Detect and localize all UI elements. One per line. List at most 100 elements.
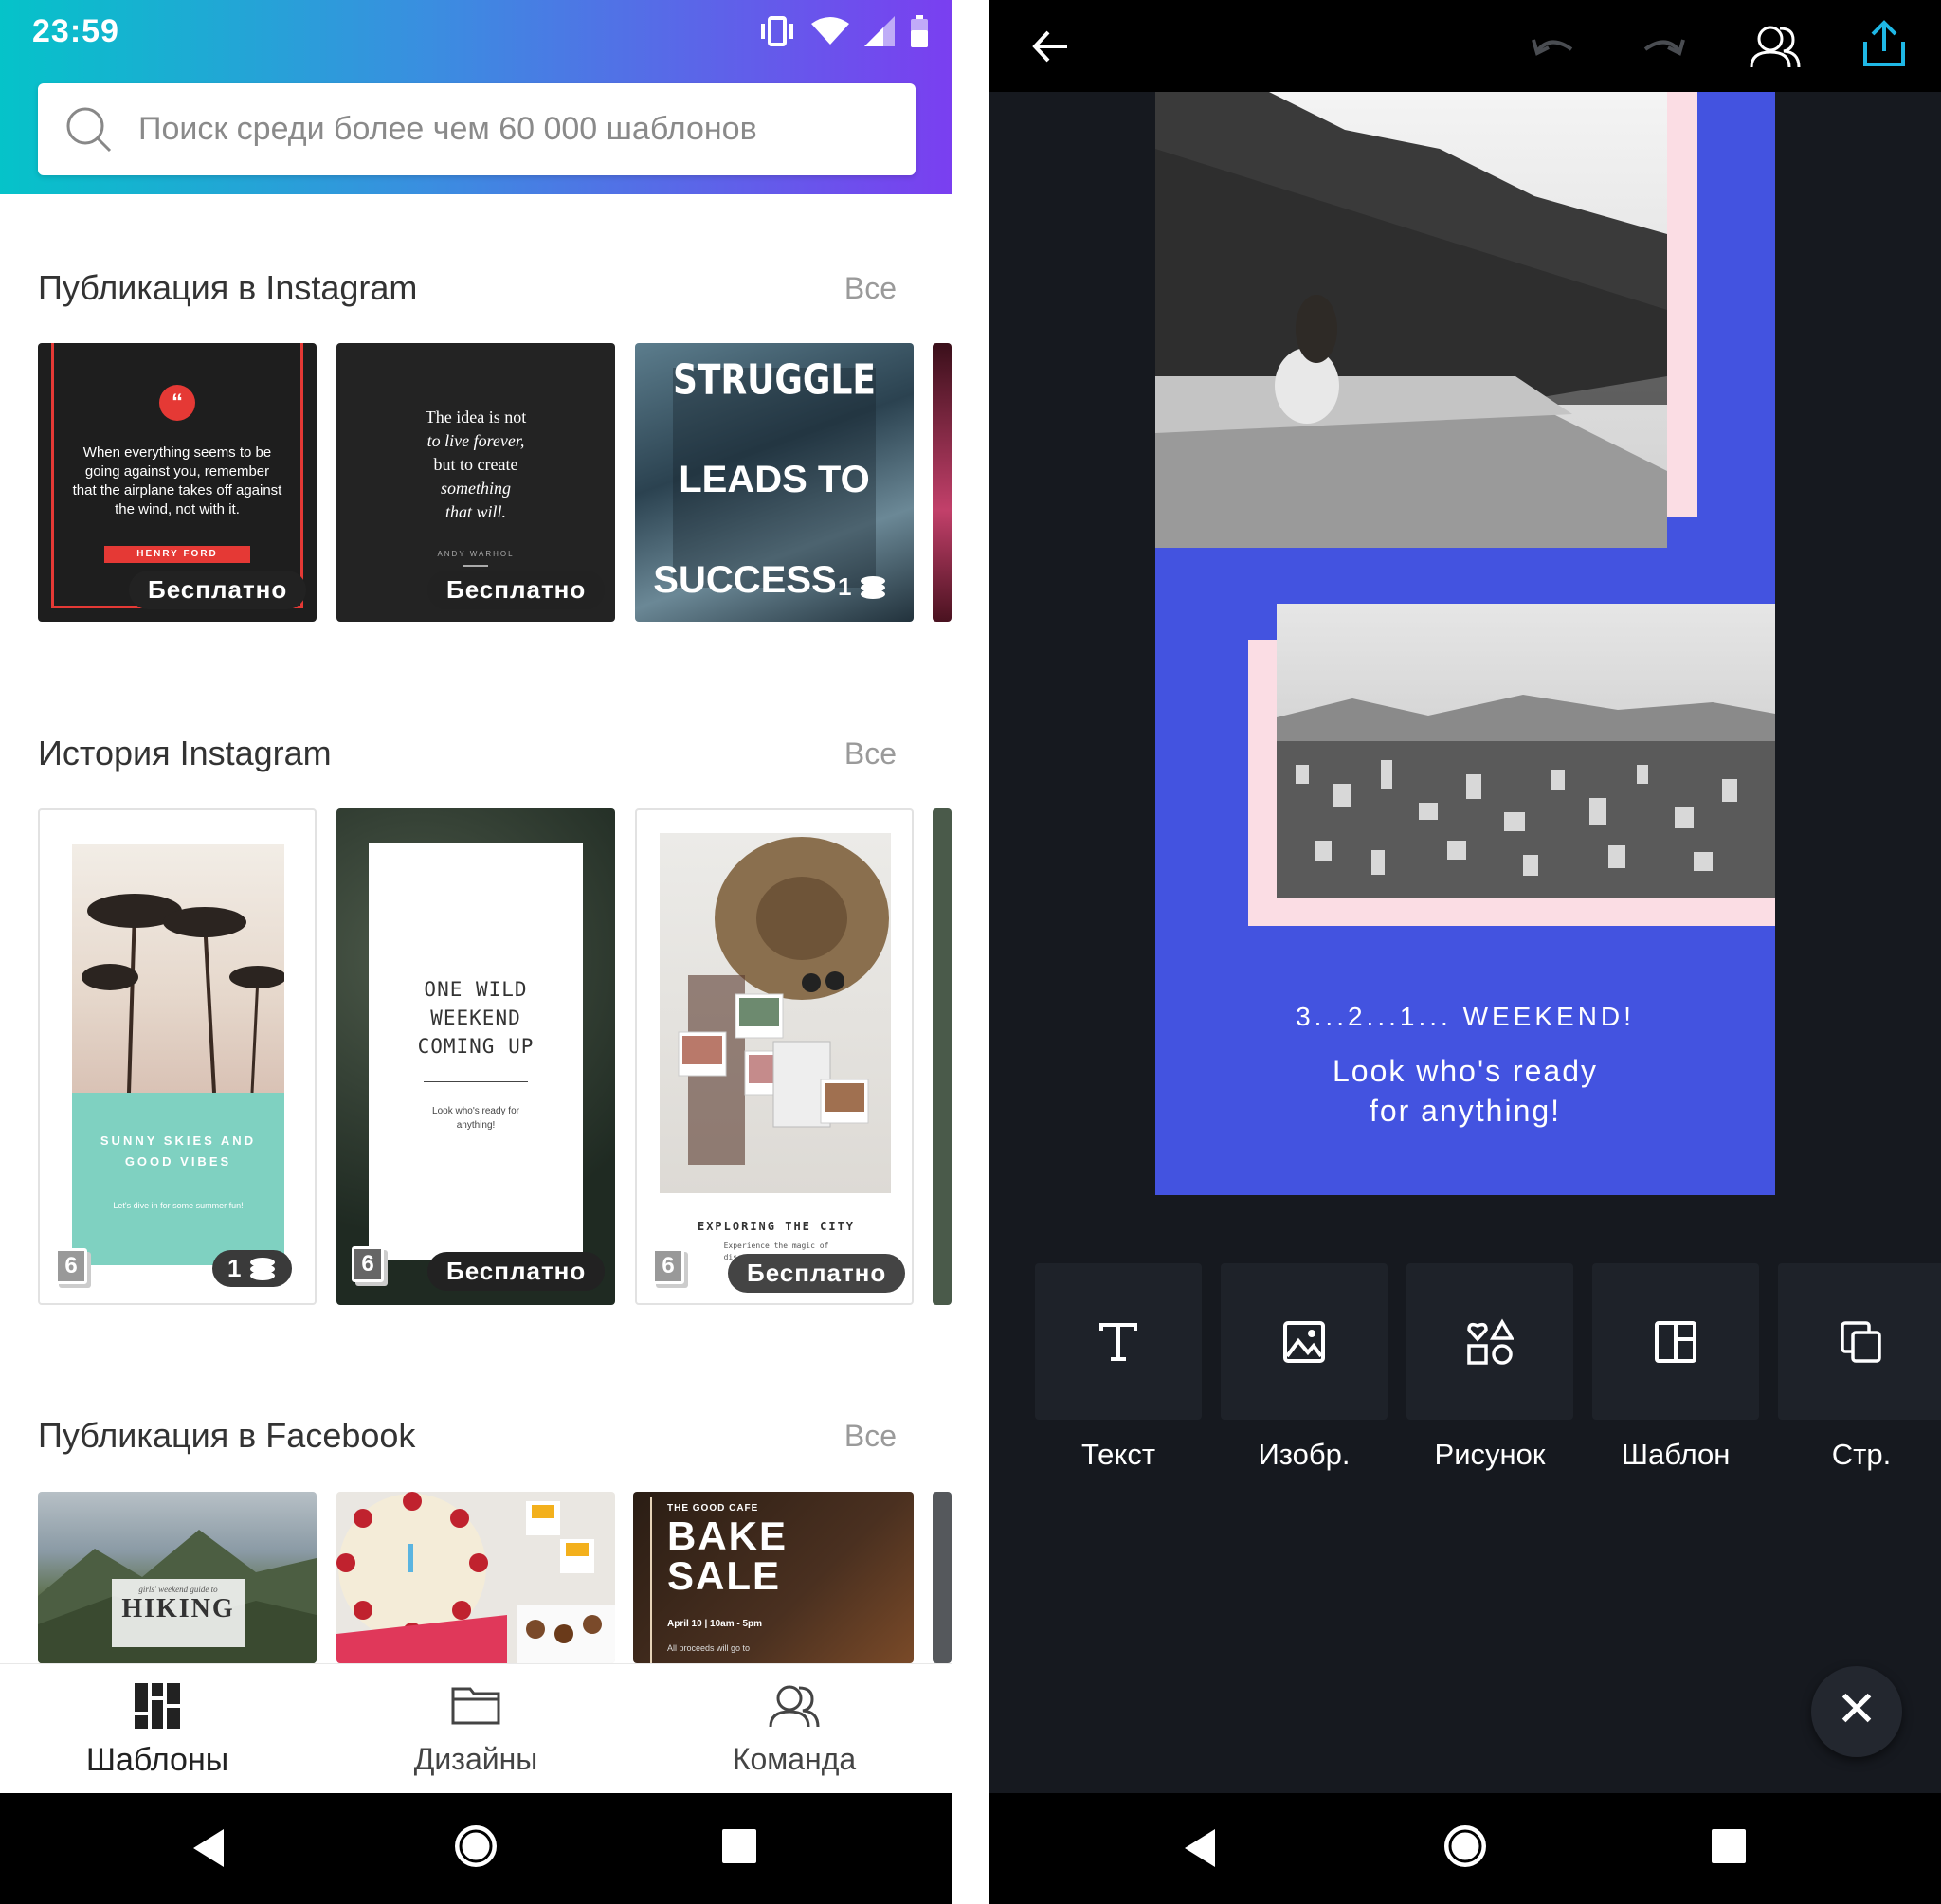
title-line: ONE WILD bbox=[424, 978, 528, 1001]
nav-templates[interactable]: Шаблоны bbox=[15, 1664, 299, 1794]
divider bbox=[463, 565, 488, 567]
home-circle-icon[interactable] bbox=[1442, 1823, 1488, 1869]
template-card-partial[interactable] bbox=[933, 1492, 952, 1663]
flatlay-photo bbox=[660, 833, 891, 1193]
close-button[interactable]: ✕ bbox=[1811, 1666, 1902, 1757]
title-line: SALE bbox=[667, 1553, 782, 1598]
screen-divider bbox=[952, 0, 989, 1904]
template-card[interactable]: girls' weekend guide to HIKING bbox=[38, 1492, 317, 1663]
team-icon bbox=[769, 1685, 820, 1728]
price-badge: 1 bbox=[823, 569, 902, 606]
close-icon: ✕ bbox=[1836, 1682, 1878, 1737]
tool-layout[interactable]: Шаблон bbox=[1592, 1263, 1759, 1481]
section-title-facebook-post: Публикация в Facebook bbox=[38, 1416, 416, 1455]
free-badge: Бесплатно bbox=[427, 1252, 606, 1291]
nav-team[interactable]: Команда bbox=[652, 1664, 936, 1794]
cake-image bbox=[336, 1492, 615, 1663]
tool-label: Шаблон bbox=[1621, 1438, 1731, 1471]
pages-icon bbox=[1841, 1320, 1881, 1363]
design-canvas[interactable]: 3...2...1... WEEKEND! Look who's ready f… bbox=[1155, 92, 1775, 1195]
coin-icon bbox=[250, 1257, 276, 1280]
collaborators-icon[interactable] bbox=[1750, 23, 1801, 70]
card-headline: STRUGGLE bbox=[673, 355, 876, 405]
quote-line: The idea is not bbox=[425, 408, 527, 426]
header: 23:59 bbox=[0, 0, 952, 194]
see-all-instagram-post[interactable]: Все bbox=[844, 271, 897, 306]
free-badge: Бесплатно bbox=[728, 1254, 906, 1293]
tool-tile[interactable] bbox=[1592, 1263, 1759, 1420]
tool-text[interactable]: Текст bbox=[1035, 1263, 1202, 1481]
tool-shapes[interactable]: Рисунок bbox=[1406, 1263, 1573, 1481]
layout-icon bbox=[1655, 1320, 1696, 1363]
see-all-facebook-post[interactable]: Все bbox=[844, 1419, 897, 1454]
template-card[interactable]: STRUGGLE LEADS TO SUCCESS 1 bbox=[635, 343, 914, 622]
redo-icon[interactable] bbox=[1642, 32, 1685, 61]
card-title: BAKE SALE bbox=[667, 1516, 788, 1596]
divider bbox=[424, 1081, 528, 1082]
card-title: EXPLORING THE CITY bbox=[697, 1220, 856, 1233]
template-card-partial[interactable] bbox=[933, 808, 952, 1305]
template-card[interactable] bbox=[336, 1492, 615, 1663]
tool-pages[interactable]: Стр. bbox=[1778, 1263, 1941, 1481]
bottom-nav: Шаблоны Дизайны Команда bbox=[0, 1663, 952, 1793]
page-count: 6 bbox=[352, 1246, 384, 1282]
design-headline[interactable]: 3...2...1... WEEKEND! bbox=[1155, 1002, 1775, 1032]
coin-icon bbox=[861, 575, 886, 599]
template-card[interactable]: “ When everything seems to be going agai… bbox=[38, 343, 317, 622]
template-card[interactable]: The idea is not to live forever, but to … bbox=[336, 343, 615, 622]
card-quote: When everything seems to be going agains… bbox=[72, 444, 282, 517]
palm-photo bbox=[72, 844, 286, 1094]
undo-icon[interactable] bbox=[1532, 32, 1575, 61]
woman-cliff-photo[interactable] bbox=[1155, 92, 1667, 548]
card-note: All proceeds will go to bbox=[667, 1643, 751, 1653]
home-circle-icon[interactable] bbox=[453, 1823, 499, 1869]
image-icon bbox=[1283, 1320, 1325, 1363]
quote-line: to live forever, bbox=[426, 431, 525, 450]
text-icon bbox=[1099, 1322, 1137, 1361]
pink-accent-top bbox=[1667, 92, 1697, 517]
tool-label: Текст bbox=[1080, 1438, 1156, 1471]
search-bar[interactable] bbox=[38, 83, 916, 175]
back-arrow-icon[interactable] bbox=[1031, 27, 1071, 66]
tool-image[interactable]: Изобр. bbox=[1221, 1263, 1388, 1481]
template-card[interactable]: THE GOOD CAFE BAKE SALE April 10 | 10am … bbox=[633, 1492, 914, 1663]
card-small-text: girls' weekend guide to bbox=[138, 1585, 218, 1594]
design-subtitle[interactable]: Look who's ready for anything! bbox=[1155, 1051, 1775, 1131]
templates-screen: 23:59 Публикация в Instagram Все “ When … bbox=[0, 0, 952, 1904]
back-triangle-icon[interactable] bbox=[191, 1827, 226, 1869]
tool-tile[interactable] bbox=[1035, 1263, 1202, 1420]
card-headline: LEADS TO bbox=[679, 459, 870, 500]
white-panel: ONE WILD WEEKEND COMING UP Look who's re… bbox=[369, 843, 583, 1260]
editor-screen: 3...2...1... WEEKEND! Look who's ready f… bbox=[989, 0, 1941, 1904]
see-all-instagram-story[interactable]: Все bbox=[844, 736, 897, 771]
card-title: SUNNY SKIES AND GOOD VIBES bbox=[100, 1133, 257, 1169]
tool-tile[interactable] bbox=[1406, 1263, 1573, 1420]
wifi-icon bbox=[811, 17, 849, 45]
quote-line: something bbox=[441, 479, 511, 498]
quote-line: that will. bbox=[444, 502, 506, 521]
recents-square-icon[interactable] bbox=[720, 1827, 758, 1865]
section-title-instagram-story: История Instagram bbox=[38, 734, 332, 772]
free-badge: Бесплатно bbox=[129, 571, 307, 609]
back-triangle-icon[interactable] bbox=[1183, 1827, 1217, 1869]
palm-trees-image bbox=[82, 894, 286, 1094]
vibrate-icon bbox=[761, 16, 793, 46]
recents-square-icon[interactable] bbox=[1710, 1827, 1748, 1865]
section-title-instagram-post: Публикация в Instagram bbox=[38, 268, 418, 307]
tool-label: Изобр. bbox=[1258, 1438, 1351, 1471]
signal-icon bbox=[864, 16, 895, 46]
system-nav-bar bbox=[989, 1793, 1941, 1904]
title-line: COMING UP bbox=[417, 1035, 535, 1058]
share-upload-icon[interactable] bbox=[1861, 19, 1907, 68]
template-card[interactable]: SUNNY SKIES AND GOOD VIBES Let's dive in… bbox=[38, 808, 317, 1305]
city-view-photo[interactable] bbox=[1277, 604, 1775, 898]
nav-label: Дизайны bbox=[413, 1742, 538, 1776]
template-card[interactable]: ONE WILD WEEKEND COMING UP Look who's re… bbox=[336, 808, 615, 1305]
tool-tile[interactable] bbox=[1778, 1263, 1941, 1420]
tool-tile[interactable] bbox=[1221, 1263, 1388, 1420]
template-card[interactable]: EXPLORING THE CITY Experience the magic … bbox=[635, 808, 914, 1305]
template-card-partial[interactable] bbox=[933, 343, 952, 622]
search-input[interactable] bbox=[138, 111, 878, 148]
card-quote: The idea is not to live forever, but to … bbox=[336, 406, 615, 524]
nav-designs[interactable]: Дизайны bbox=[334, 1664, 618, 1794]
